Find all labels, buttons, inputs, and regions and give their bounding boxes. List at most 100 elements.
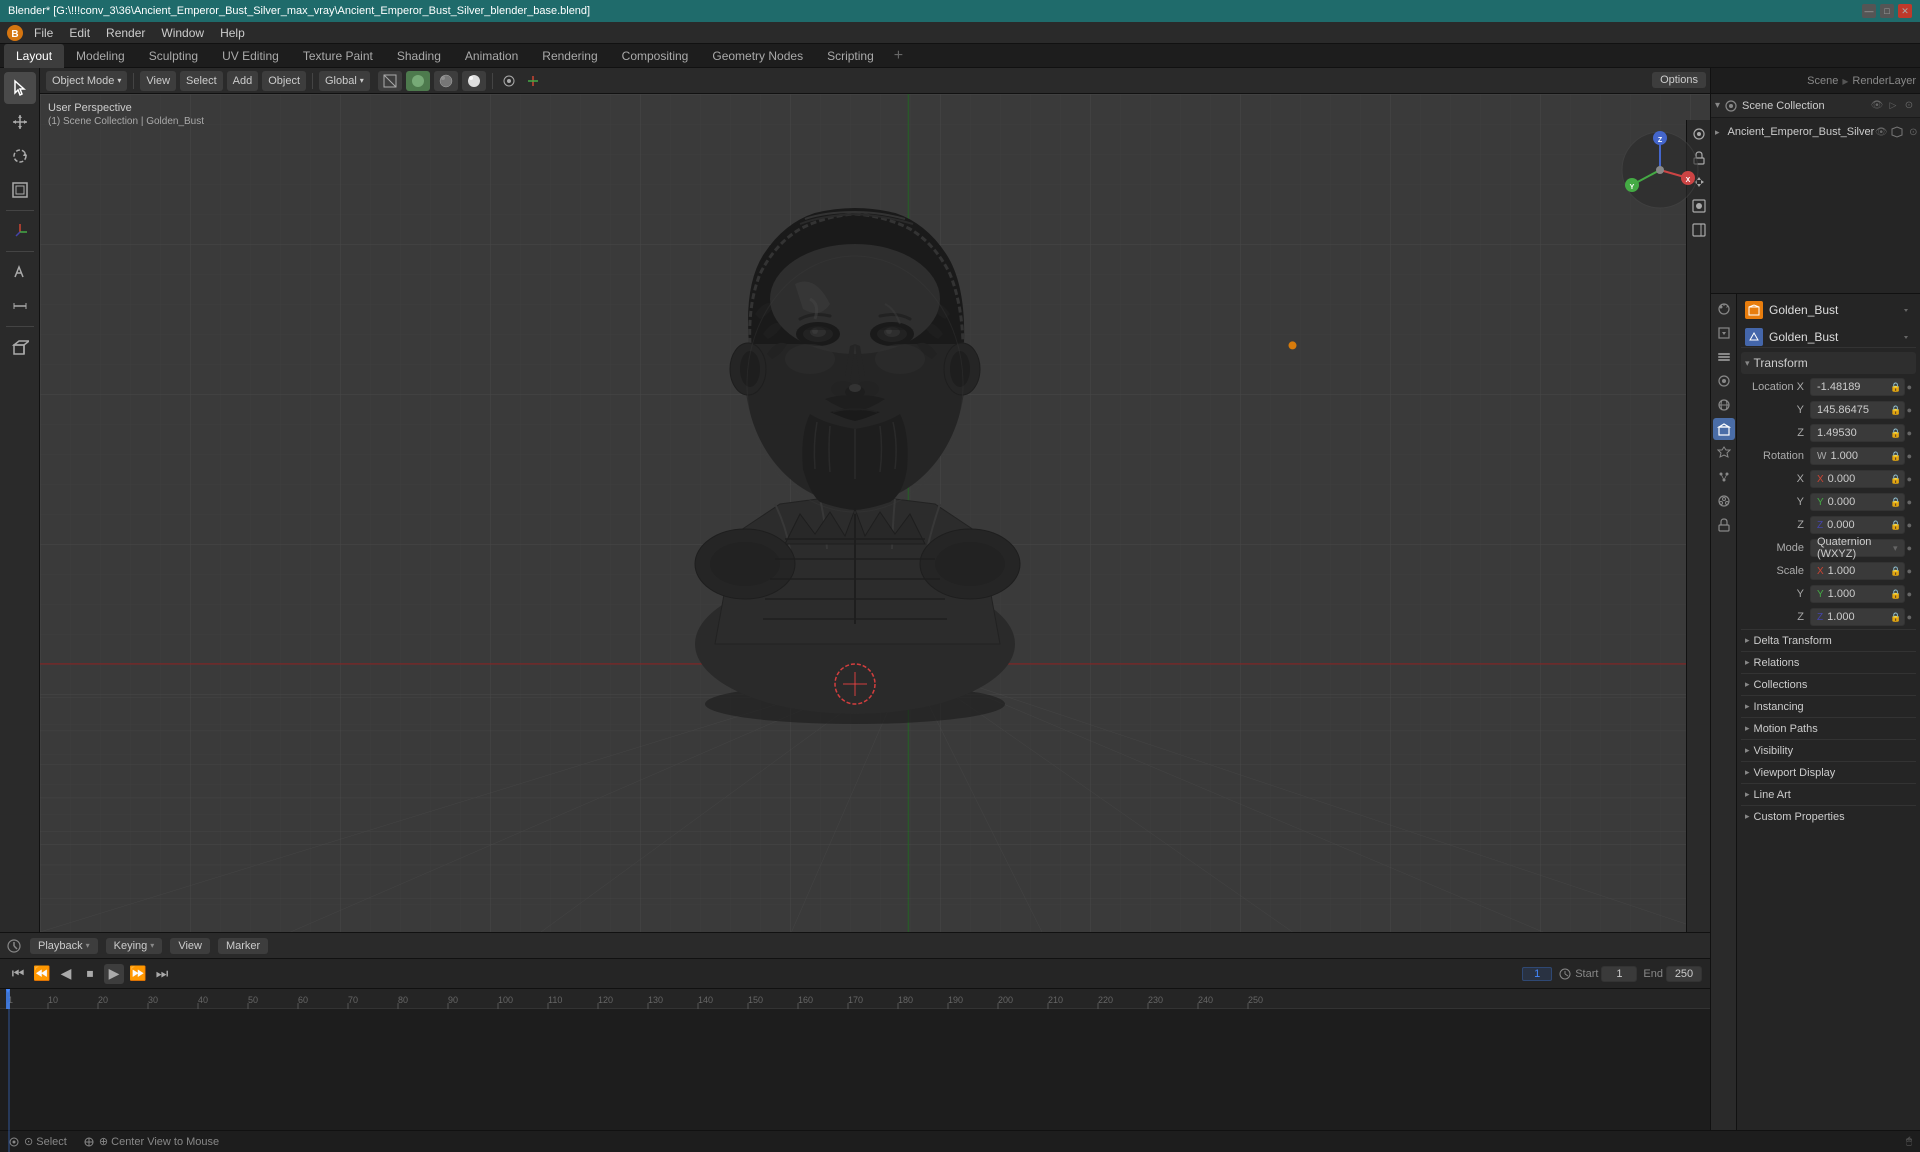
restrict-viewport-icon[interactable]: ▷: [1886, 99, 1900, 113]
rotation-y-lock[interactable]: 🔒: [1890, 497, 1901, 508]
cursor-tool[interactable]: [4, 72, 36, 104]
motion-paths-section[interactable]: ▸ Motion Paths: [1741, 717, 1916, 739]
scale-z-lock[interactable]: 🔒: [1890, 612, 1901, 623]
scale-z-value[interactable]: Z 1.000 🔒: [1810, 608, 1905, 626]
close-button[interactable]: ✕: [1898, 4, 1912, 18]
viewport-options-button[interactable]: Options: [1652, 72, 1706, 88]
tab-sculpting[interactable]: Sculpting: [137, 44, 210, 68]
tab-texture-paint[interactable]: Texture Paint: [291, 44, 385, 68]
show-gizmo-toggle[interactable]: [523, 71, 543, 91]
rotation-mode-dropdown[interactable]: Quaternion (WXYZ): [1810, 539, 1905, 557]
tab-scripting[interactable]: Scripting: [815, 44, 886, 68]
menu-render[interactable]: Render: [98, 24, 153, 42]
location-z-lock[interactable]: 🔒: [1890, 428, 1901, 439]
props-constraints-icon[interactable]: [1713, 514, 1735, 536]
marker-menu[interactable]: Marker: [218, 938, 268, 954]
3d-viewport[interactable]: Object Mode View Select Add Object Globa…: [40, 68, 1710, 932]
tab-geometry-nodes[interactable]: Geometry Nodes: [700, 44, 815, 68]
step-forward-button[interactable]: ⏩: [128, 964, 148, 984]
location-z-value[interactable]: 1.49530 🔒: [1810, 424, 1905, 442]
add-workspace-button[interactable]: +: [886, 47, 911, 65]
eye-icon[interactable]: 👁: [1870, 99, 1884, 113]
props-output-icon[interactable]: [1713, 322, 1735, 344]
keying-menu[interactable]: Keying: [106, 938, 163, 954]
menu-edit[interactable]: Edit: [61, 24, 98, 42]
sidebar-toggle-icon[interactable]: [1689, 220, 1709, 240]
end-frame-input[interactable]: 250: [1666, 966, 1702, 982]
custom-properties-section[interactable]: ▸ Custom Properties: [1741, 805, 1916, 827]
menu-file[interactable]: File: [26, 24, 61, 42]
scale-x-value[interactable]: X 1.000 🔒: [1810, 562, 1905, 580]
show-overlays-toggle[interactable]: [499, 71, 519, 91]
viewport-display-section[interactable]: ▸ Viewport Display: [1741, 761, 1916, 783]
outliner-item-bust[interactable]: ▸ Ancient_Emperor_Bust_Silver 👁 ⊙: [1711, 122, 1920, 142]
location-x-value[interactable]: -1.48189 🔒: [1810, 378, 1905, 396]
props-physics-icon[interactable]: [1713, 490, 1735, 512]
scale-x-lock[interactable]: 🔒: [1890, 566, 1901, 577]
viewport-canvas[interactable]: User Perspective (1) Scene Collection | …: [40, 94, 1710, 932]
rotation-x-value[interactable]: X 0.000 🔒: [1810, 470, 1905, 488]
tab-compositing[interactable]: Compositing: [610, 44, 701, 68]
playback-menu[interactable]: Playback: [30, 938, 98, 954]
props-object-icon[interactable]: [1713, 418, 1735, 440]
step-back-button[interactable]: ⏪: [32, 964, 52, 984]
material-shading[interactable]: [434, 71, 458, 91]
rotation-y-value[interactable]: Y 0.000 🔒: [1810, 493, 1905, 511]
restrict-render-icon[interactable]: ⊙: [1902, 99, 1916, 113]
rendered-shading[interactable]: [462, 71, 486, 91]
current-frame-display[interactable]: 1: [1522, 967, 1552, 981]
object-menu[interactable]: Object: [262, 71, 306, 91]
frame-ruler[interactable]: 1 10 20 30 40 50 60 70 80: [0, 989, 1710, 1009]
scale-tool[interactable]: [4, 174, 36, 206]
tab-layout[interactable]: Layout: [4, 44, 64, 68]
instancing-section[interactable]: ▸ Instancing: [1741, 695, 1916, 717]
tab-uv-editing[interactable]: UV Editing: [210, 44, 291, 68]
viewport-shading-dropdown[interactable]: Global: [319, 71, 370, 91]
item-eye-icon[interactable]: 👁: [1874, 125, 1888, 139]
transform-tool[interactable]: [4, 215, 36, 247]
menu-window[interactable]: Window: [153, 24, 212, 42]
location-x-lock[interactable]: 🔒: [1890, 382, 1901, 393]
rotation-x-lock[interactable]: 🔒: [1890, 474, 1901, 485]
line-art-section[interactable]: ▸ Line Art: [1741, 783, 1916, 805]
item-render-icon[interactable]: ⊙: [1906, 125, 1920, 139]
relations-section[interactable]: ▸ Relations: [1741, 651, 1916, 673]
location-y-lock[interactable]: 🔒: [1890, 405, 1901, 416]
add-menu[interactable]: Add: [227, 71, 259, 91]
tab-shading[interactable]: Shading: [385, 44, 453, 68]
props-modifier-icon[interactable]: [1713, 442, 1735, 464]
collections-section[interactable]: ▸ Collections: [1741, 673, 1916, 695]
scale-y-value[interactable]: Y 1.000 🔒: [1810, 585, 1905, 603]
annotate-tool[interactable]: [4, 256, 36, 288]
props-scene-icon[interactable]: [1713, 370, 1735, 392]
move-tool[interactable]: [4, 106, 36, 138]
jump-end-button[interactable]: ⏭: [152, 964, 172, 984]
rotate-tool[interactable]: [4, 140, 36, 172]
item-filter-icon[interactable]: [1890, 125, 1904, 139]
play-reverse-button[interactable]: ◀: [56, 964, 76, 984]
transform-section-header[interactable]: ▾ Transform: [1741, 352, 1916, 374]
menu-help[interactable]: Help: [212, 24, 253, 42]
measure-tool[interactable]: [4, 290, 36, 322]
tab-animation[interactable]: Animation: [453, 44, 530, 68]
play-button[interactable]: ▶: [104, 964, 124, 984]
rotation-z-lock[interactable]: 🔒: [1890, 520, 1901, 531]
props-world-icon[interactable]: [1713, 394, 1735, 416]
tab-modeling[interactable]: Modeling: [64, 44, 137, 68]
add-primitive-tool[interactable]: [4, 331, 36, 363]
rotation-w-lock[interactable]: 🔒: [1890, 451, 1901, 462]
object-mode-dropdown[interactable]: Object Mode: [46, 71, 127, 91]
stop-button[interactable]: ⏹: [80, 964, 100, 984]
maximize-button[interactable]: □: [1880, 4, 1894, 18]
visibility-section[interactable]: ▸ Visibility: [1741, 739, 1916, 761]
location-y-value[interactable]: 145.86475 🔒: [1810, 401, 1905, 419]
jump-start-button[interactable]: ⏮: [8, 964, 28, 984]
props-view-layer-icon[interactable]: [1713, 346, 1735, 368]
scale-y-lock[interactable]: 🔒: [1890, 589, 1901, 600]
view-menu[interactable]: View: [140, 71, 176, 91]
rotation-w-value[interactable]: W 1.000 🔒: [1810, 447, 1905, 465]
wireframe-shading[interactable]: [378, 71, 402, 91]
start-frame-input[interactable]: 1: [1601, 966, 1637, 982]
view-menu-timeline[interactable]: View: [170, 938, 210, 954]
viewport-gizmo[interactable]: Z X Y: [1620, 130, 1700, 210]
